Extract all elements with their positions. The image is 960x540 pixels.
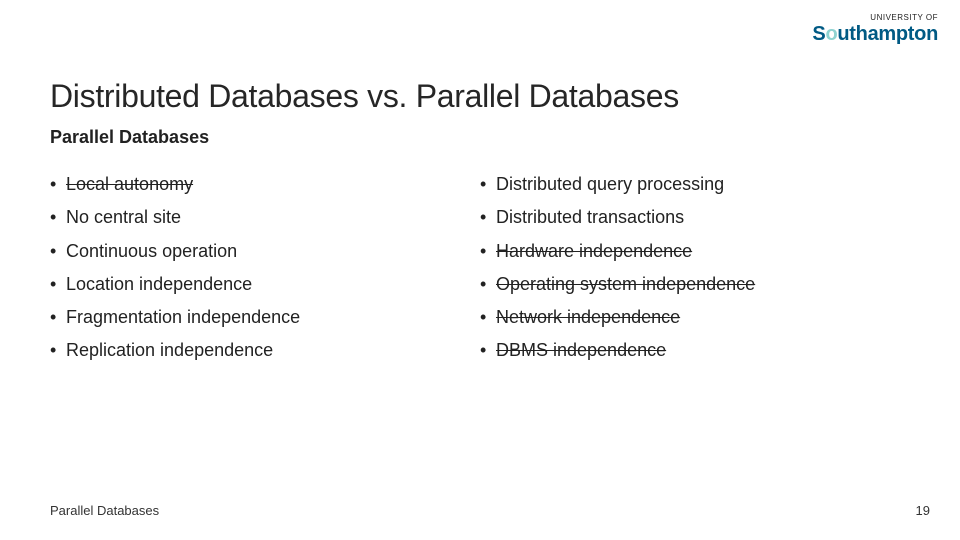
logo-text-pre: S (812, 23, 825, 45)
left-item-0: Local autonomy (50, 168, 480, 201)
logo-wordmark: Southampton (812, 24, 938, 44)
slide-title: Distributed Databases vs. Parallel Datab… (50, 78, 910, 115)
slide-subtitle: Parallel Databases (50, 127, 910, 148)
left-item-2: Continuous operation (50, 235, 480, 268)
university-logo: UNIVERSITY OF Southampton (812, 14, 938, 44)
right-item-0: Distributed query processing (480, 168, 910, 201)
footer-label: Parallel Databases (50, 503, 159, 518)
right-item-3: Operating system independence (480, 268, 910, 301)
logo-overline: UNIVERSITY OF (812, 14, 938, 22)
left-column: Local autonomyNo central siteContinuous … (50, 168, 480, 368)
page-number: 19 (916, 503, 930, 518)
right-column: Distributed query processingDistributed … (480, 168, 910, 368)
right-item-2: Hardware independence (480, 235, 910, 268)
right-item-1: Distributed transactions (480, 201, 910, 234)
right-list: Distributed query processingDistributed … (480, 168, 910, 368)
left-list: Local autonomyNo central siteContinuous … (50, 168, 480, 368)
right-item-4: Network independence (480, 301, 910, 334)
slide-body: Distributed Databases vs. Parallel Datab… (50, 78, 910, 368)
bullet-columns: Local autonomyNo central siteContinuous … (50, 168, 910, 368)
left-item-4: Fragmentation independence (50, 301, 480, 334)
right-item-5: DBMS independence (480, 334, 910, 367)
logo-text-post: uthampton (837, 23, 938, 45)
logo-text-accent: o (825, 23, 837, 45)
left-item-5: Replication independence (50, 334, 480, 367)
left-item-3: Location independence (50, 268, 480, 301)
left-item-1: No central site (50, 201, 480, 234)
